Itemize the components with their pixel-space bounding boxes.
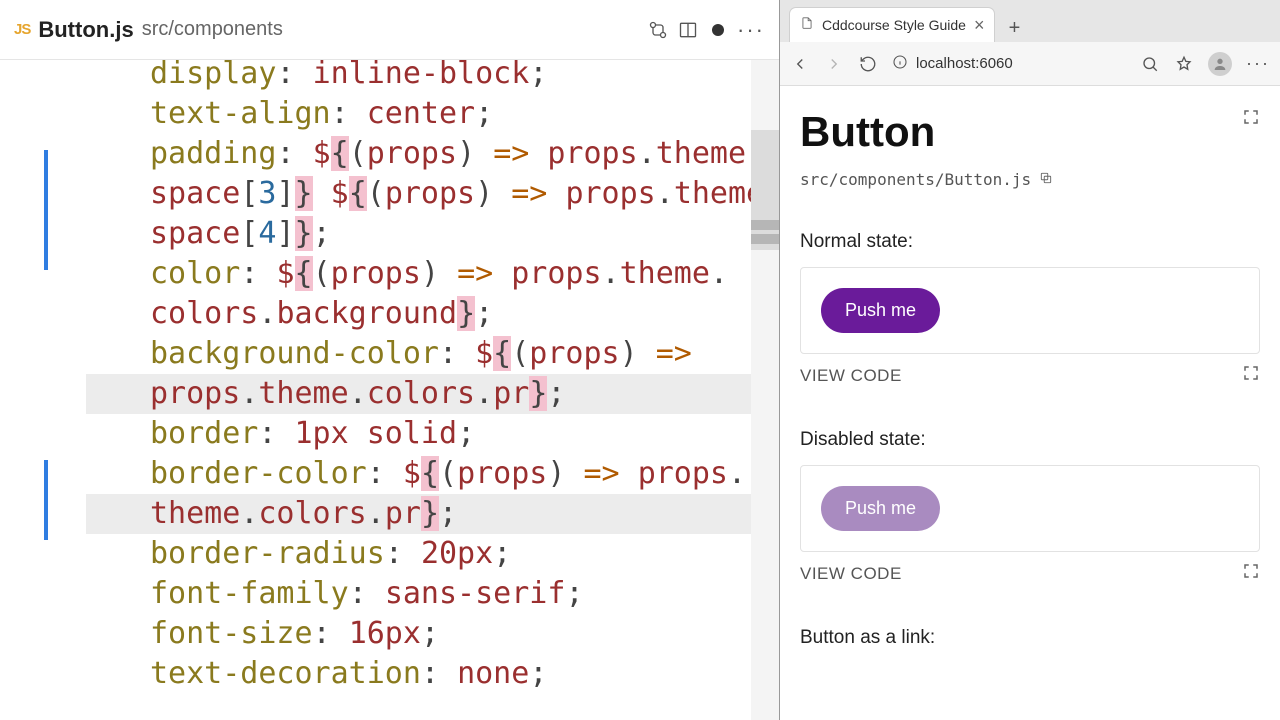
minimap-viewport[interactable] [751,130,779,250]
fullscreen-icon[interactable] [1242,562,1260,585]
address-bar[interactable]: localhost:6060 [892,54,1126,74]
view-code-toggle[interactable]: VIEW CODE [800,564,902,584]
more-actions-icon[interactable]: ··· [737,17,765,43]
browser-pane: Cddcourse Style Guide × + localhost:6060… [780,0,1280,720]
browser-toolbar: localhost:6060 ··· [780,42,1280,86]
fullscreen-icon[interactable] [1242,364,1260,387]
zoom-icon[interactable] [1140,54,1160,74]
favorite-icon[interactable] [1174,54,1194,74]
fullscreen-icon[interactable] [1242,108,1260,131]
js-file-icon: JS [14,21,30,38]
page-icon [800,16,814,35]
minimap-marker [751,234,779,244]
browser-tab-title: Cddcourse Style Guide [822,17,966,33]
copy-path-icon[interactable] [1039,170,1053,189]
browser-menu-icon[interactable]: ··· [1246,53,1270,74]
example-preview: Push me [800,267,1260,354]
section-label: Button as a link: [800,627,1260,649]
minimap[interactable] [751,60,779,720]
example-preview: Push me [800,465,1260,552]
gutter-change-indicator [44,150,48,270]
profile-avatar[interactable] [1208,52,1232,76]
split-editor-icon[interactable] [677,19,699,41]
editor-tab-bar: JS Button.js src/components ··· [0,0,779,60]
compare-changes-icon[interactable] [647,19,669,41]
browser-tab[interactable]: Cddcourse Style Guide × [790,8,994,42]
close-tab-icon[interactable]: × [974,15,985,36]
section-label: Disabled state: [800,429,1260,451]
site-info-icon[interactable] [892,54,908,74]
modified-indicator-icon [707,19,729,41]
code-content[interactable]: display: inline-block;text-align: center… [150,60,779,694]
demo-button[interactable]: Push me [821,288,940,333]
forward-button[interactable] [824,54,844,74]
editor-pane: JS Button.js src/components ··· display:… [0,0,780,720]
address-text: localhost:6060 [916,55,1013,72]
back-button[interactable] [790,54,810,74]
minimap-marker [751,220,779,230]
new-tab-button[interactable]: + [1000,14,1028,42]
view-code-toggle[interactable]: VIEW CODE [800,366,902,386]
component-path: src/components/Button.js [800,170,1031,189]
browser-tab-strip: Cddcourse Style Guide × + [780,0,1280,42]
demo-button-disabled: Push me [821,486,940,531]
code-editor[interactable]: display: inline-block;text-align: center… [0,60,779,720]
section-label: Normal state: [800,231,1260,253]
gutter-change-indicator [44,460,48,540]
styleguide-page: Button src/components/Button.js Normal s… [780,86,1280,720]
refresh-button[interactable] [858,54,878,74]
open-file-path: src/components [142,18,283,41]
page-title: Button [800,108,935,156]
open-file-name[interactable]: Button.js [38,17,133,43]
